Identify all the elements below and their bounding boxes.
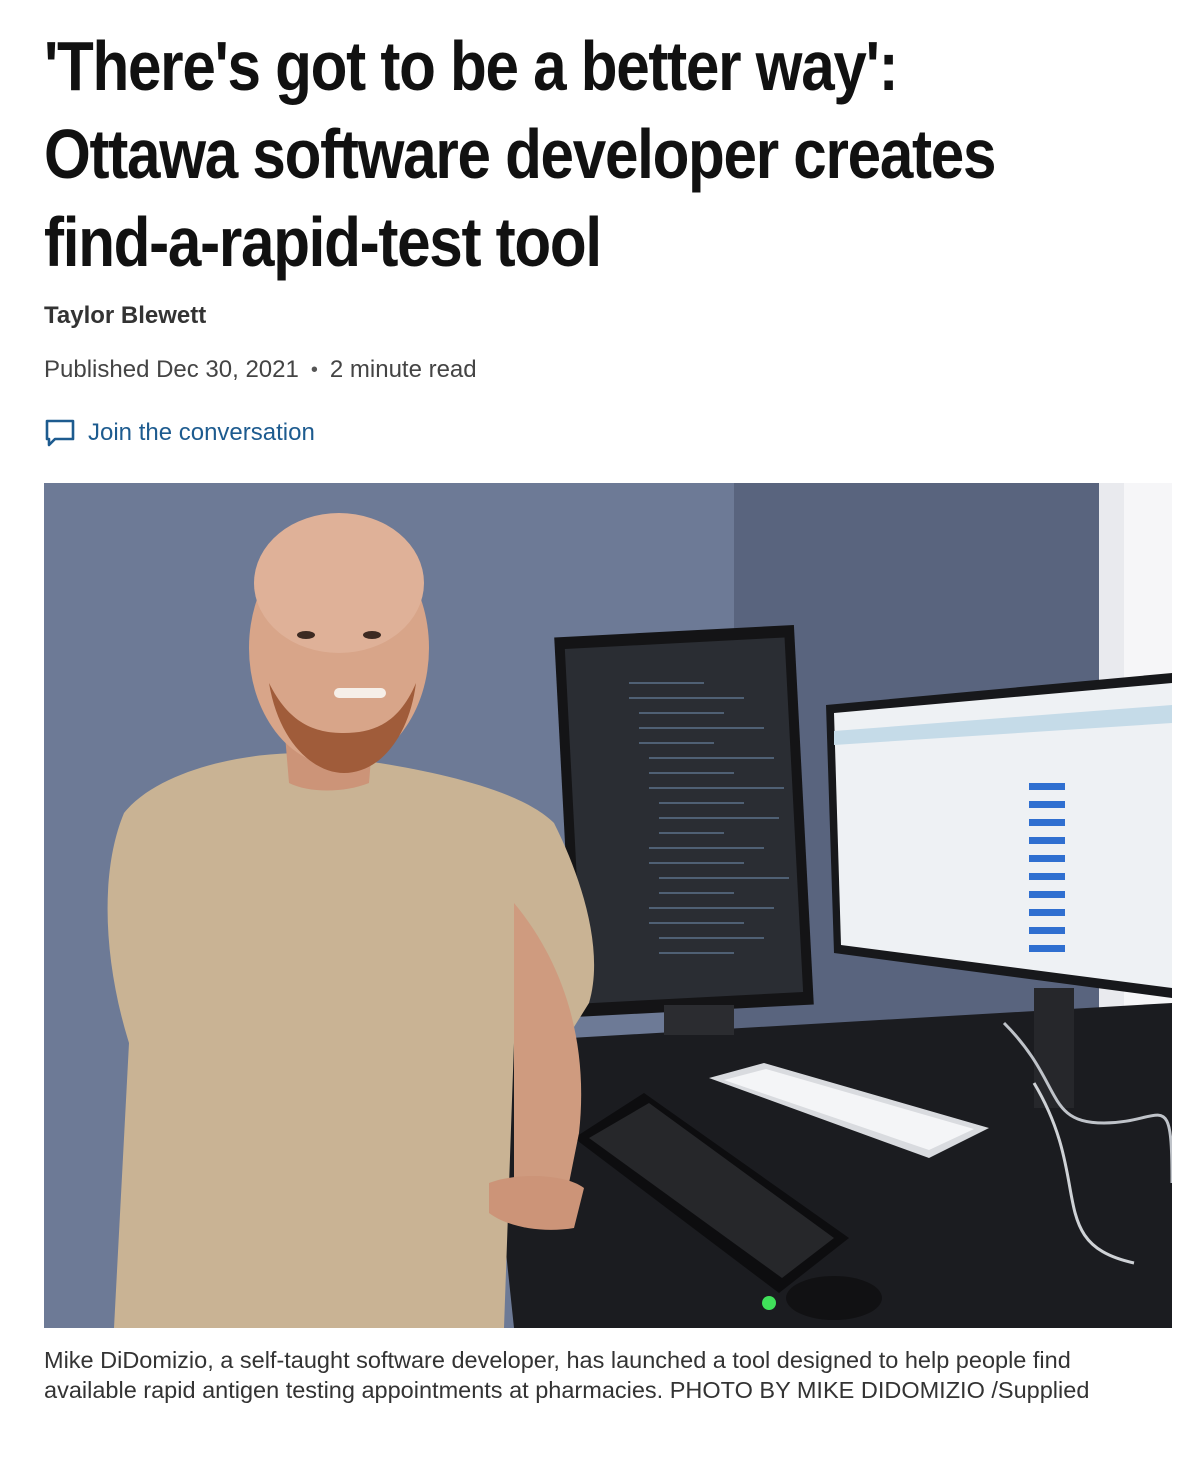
published-date: Published Dec 30, 2021 — [44, 356, 299, 383]
article-photo — [44, 483, 1172, 1328]
headline-line-1: 'There's got to be a better way': — [44, 27, 899, 105]
article-headline: 'There's got to be a better way': Ottawa… — [44, 22, 1179, 286]
headline-line-2: Ottawa software developer creates — [44, 115, 996, 193]
headline-line-3: find-a-rapid-test tool — [44, 203, 602, 281]
join-conversation-link[interactable]: Join the conversation — [44, 418, 315, 448]
meta-separator: • — [310, 358, 318, 381]
photo-caption: Mike DiDomizio, a self-taught software d… — [44, 1347, 1090, 1403]
developer-desk-photo — [44, 483, 1172, 1328]
author-byline[interactable]: Taylor Blewett — [44, 302, 206, 330]
article-meta: Published Dec 30, 2021 • 2 minute read — [44, 356, 477, 384]
read-time: 2 minute read — [329, 356, 477, 383]
join-conversation-label: Join the conversation — [88, 419, 315, 446]
speech-bubble-icon — [44, 418, 76, 448]
